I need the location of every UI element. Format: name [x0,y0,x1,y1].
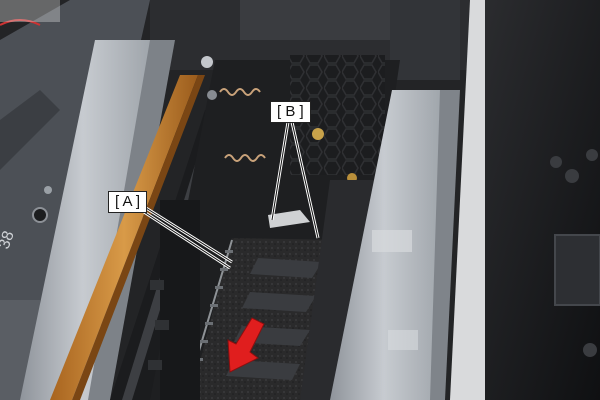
printer-interior-photo-stage: 38 [A] [B] [0,0,600,400]
callout-label-b: [ B ] [270,101,311,123]
printer-interior-photo: 38 [0,0,600,400]
callout-label-a: [ A ] [108,191,148,213]
